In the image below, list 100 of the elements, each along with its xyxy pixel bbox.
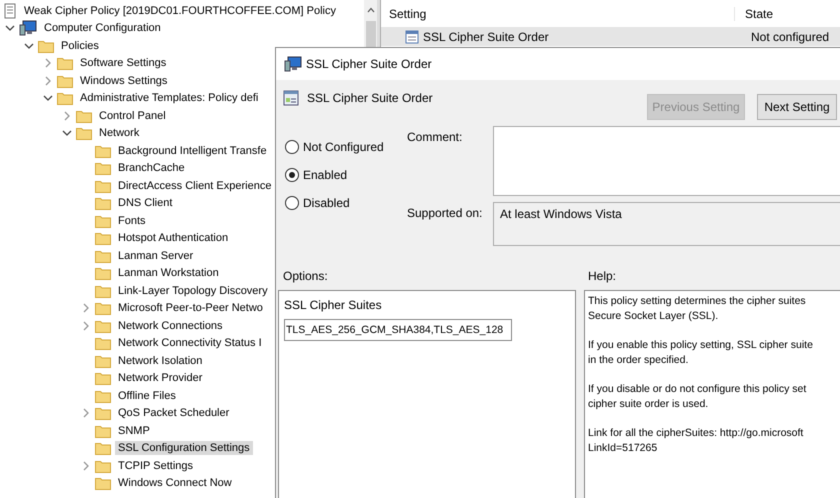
folder-icon xyxy=(95,424,111,438)
folder-icon xyxy=(95,441,111,456)
chevron-down-icon[interactable] xyxy=(43,93,53,104)
help-text-line: This policy setting determines the cipher suites xyxy=(588,294,806,309)
help-text-line: LinkId=517265 xyxy=(588,441,658,456)
help-text-line: Link for all the cipherSuites: http://go.microsoft xyxy=(588,426,804,441)
tree-item[interactable]: Lanman Workstation xyxy=(115,266,222,280)
help-text-line: If you enable this policy setting, SSL cipher suite xyxy=(588,338,813,353)
folder-icon xyxy=(57,74,73,88)
folder-icon xyxy=(95,284,111,298)
cipher-suites-field[interactable]: TLS_AES_256_GCM_SHA384,TLS_AES_128 xyxy=(284,319,512,341)
chevron-down-icon[interactable] xyxy=(5,23,15,34)
next-setting-button[interactable]: Next Setting xyxy=(757,94,837,120)
setting-state: Not configured xyxy=(750,30,830,44)
tree-item[interactable]: DirectAccess Client Experience xyxy=(115,178,274,193)
policy-setting-icon xyxy=(283,90,299,106)
chevron-right-icon[interactable] xyxy=(81,303,91,314)
dialog-heading: SSL Cipher Suite Order xyxy=(307,91,434,105)
folder-icon xyxy=(57,56,73,70)
radio-button[interactable] xyxy=(285,196,299,210)
help-text-line: in the order specified. xyxy=(588,353,688,368)
folder-icon xyxy=(95,336,111,350)
supported-on-field: At least Windows Vista xyxy=(493,202,840,246)
chevron-right-icon[interactable] xyxy=(43,58,53,68)
dialog-title: SSL Cipher Suite Order xyxy=(306,57,432,71)
tree-item[interactable]: Network Connectivity Status I xyxy=(115,336,265,350)
tree-item[interactable]: Fonts xyxy=(115,214,149,228)
tree-item[interactable]: Offline Files xyxy=(115,388,179,403)
folder-icon xyxy=(95,354,111,368)
folder-icon xyxy=(38,38,54,53)
help-label: Help: xyxy=(588,269,616,285)
computer-icon xyxy=(284,56,302,72)
folder-icon xyxy=(95,476,111,490)
cipher-suites-label: SSL Cipher Suites xyxy=(284,298,382,312)
help-text-line: Secure Socket Layer (SSL). xyxy=(588,309,718,324)
supported-on-label: Supported on: xyxy=(407,205,484,222)
tree-item[interactable]: SSL Configuration Settings xyxy=(115,441,253,456)
folder-icon xyxy=(95,301,111,316)
tree-item[interactable]: TCPIP Settings xyxy=(115,458,196,473)
tree-item[interactable]: Network Provider xyxy=(115,371,206,386)
folder-icon xyxy=(95,196,111,210)
folder-icon xyxy=(95,214,111,228)
radio-label[interactable]: Not Configured xyxy=(303,140,384,154)
tree-item[interactable]: Network Isolation xyxy=(115,354,206,368)
folder-icon xyxy=(95,161,111,176)
chevron-right-icon[interactable] xyxy=(81,460,91,471)
tree-item[interactable]: Microsoft Peer-to-Peer Netwo xyxy=(115,301,266,316)
folder-icon xyxy=(76,126,92,140)
tree-item[interactable]: Background Intelligent Transfe xyxy=(115,144,270,158)
comment-label: Comment: xyxy=(407,129,464,146)
radio-label[interactable]: Disabled xyxy=(303,196,350,210)
folder-icon xyxy=(95,178,111,193)
tree-item[interactable]: Software Settings xyxy=(77,56,170,70)
tree-item[interactable]: BranchCache xyxy=(115,161,188,176)
radio-label[interactable]: Enabled xyxy=(303,168,348,182)
chevron-down-icon[interactable] xyxy=(62,128,72,138)
column-header[interactable]: Setting xyxy=(381,6,735,20)
radio-button[interactable] xyxy=(285,168,299,182)
folder-icon xyxy=(95,231,111,246)
folder-icon xyxy=(95,371,111,386)
chevron-right-icon[interactable] xyxy=(62,110,72,121)
folder-icon xyxy=(95,406,111,420)
help-text-line: If you disable or do not configure this policy set xyxy=(588,382,806,397)
tree-item[interactable]: Policies xyxy=(58,38,102,53)
folder-icon xyxy=(95,248,111,263)
tree-item[interactable]: QoS Packet Scheduler xyxy=(115,406,232,420)
radio-button[interactable] xyxy=(285,140,299,154)
setting-row[interactable]: SSL Cipher Suite Order Not configured xyxy=(381,28,840,46)
chevron-right-icon[interactable] xyxy=(81,320,91,331)
tree-item[interactable]: Windows Connect Now xyxy=(115,476,235,490)
folder-icon xyxy=(95,388,111,403)
folder-icon xyxy=(76,108,92,123)
tree-item[interactable]: DNS Client xyxy=(115,196,176,210)
tree-item[interactable]: Windows Settings xyxy=(77,74,170,88)
tree-item[interactable]: Network Connections xyxy=(115,318,226,333)
folder-icon xyxy=(95,458,111,473)
computer-icon xyxy=(19,20,37,36)
tree-item[interactable]: Computer Configuration xyxy=(41,21,164,36)
tree-item[interactable]: Hotspot Authentication xyxy=(115,231,232,246)
folder-icon xyxy=(95,266,111,280)
help-text-line: cipher suite order is used. xyxy=(588,397,708,412)
tree-item[interactable]: Administrative Templates: Policy defi xyxy=(77,91,262,106)
tree-item[interactable]: SNMP xyxy=(115,424,153,438)
tree-item[interactable]: Link-Layer Topology Discovery xyxy=(115,284,271,298)
comment-field[interactable] xyxy=(493,126,840,196)
chevron-right-icon[interactable] xyxy=(81,408,91,418)
tree-root-title: Weak Cipher Policy [2019DC01.FOURTHCOFFEE.COM] Policy xyxy=(23,4,337,18)
folder-icon xyxy=(57,91,73,106)
scroll-up-icon[interactable] xyxy=(366,7,374,13)
chevron-right-icon[interactable] xyxy=(43,76,53,86)
tree-item[interactable]: Network xyxy=(96,126,142,140)
chevron-down-icon[interactable] xyxy=(24,40,34,51)
tree-item[interactable]: Lanman Server xyxy=(115,248,196,263)
folder-icon xyxy=(95,318,111,333)
setting-name: SSL Cipher Suite Order xyxy=(423,30,550,44)
policy-scroll-icon xyxy=(3,2,17,19)
options-label: Options: xyxy=(283,269,329,285)
setting-icon xyxy=(405,30,419,44)
tree-item[interactable]: Control Panel xyxy=(96,108,169,123)
column-header[interactable]: State xyxy=(735,6,774,20)
